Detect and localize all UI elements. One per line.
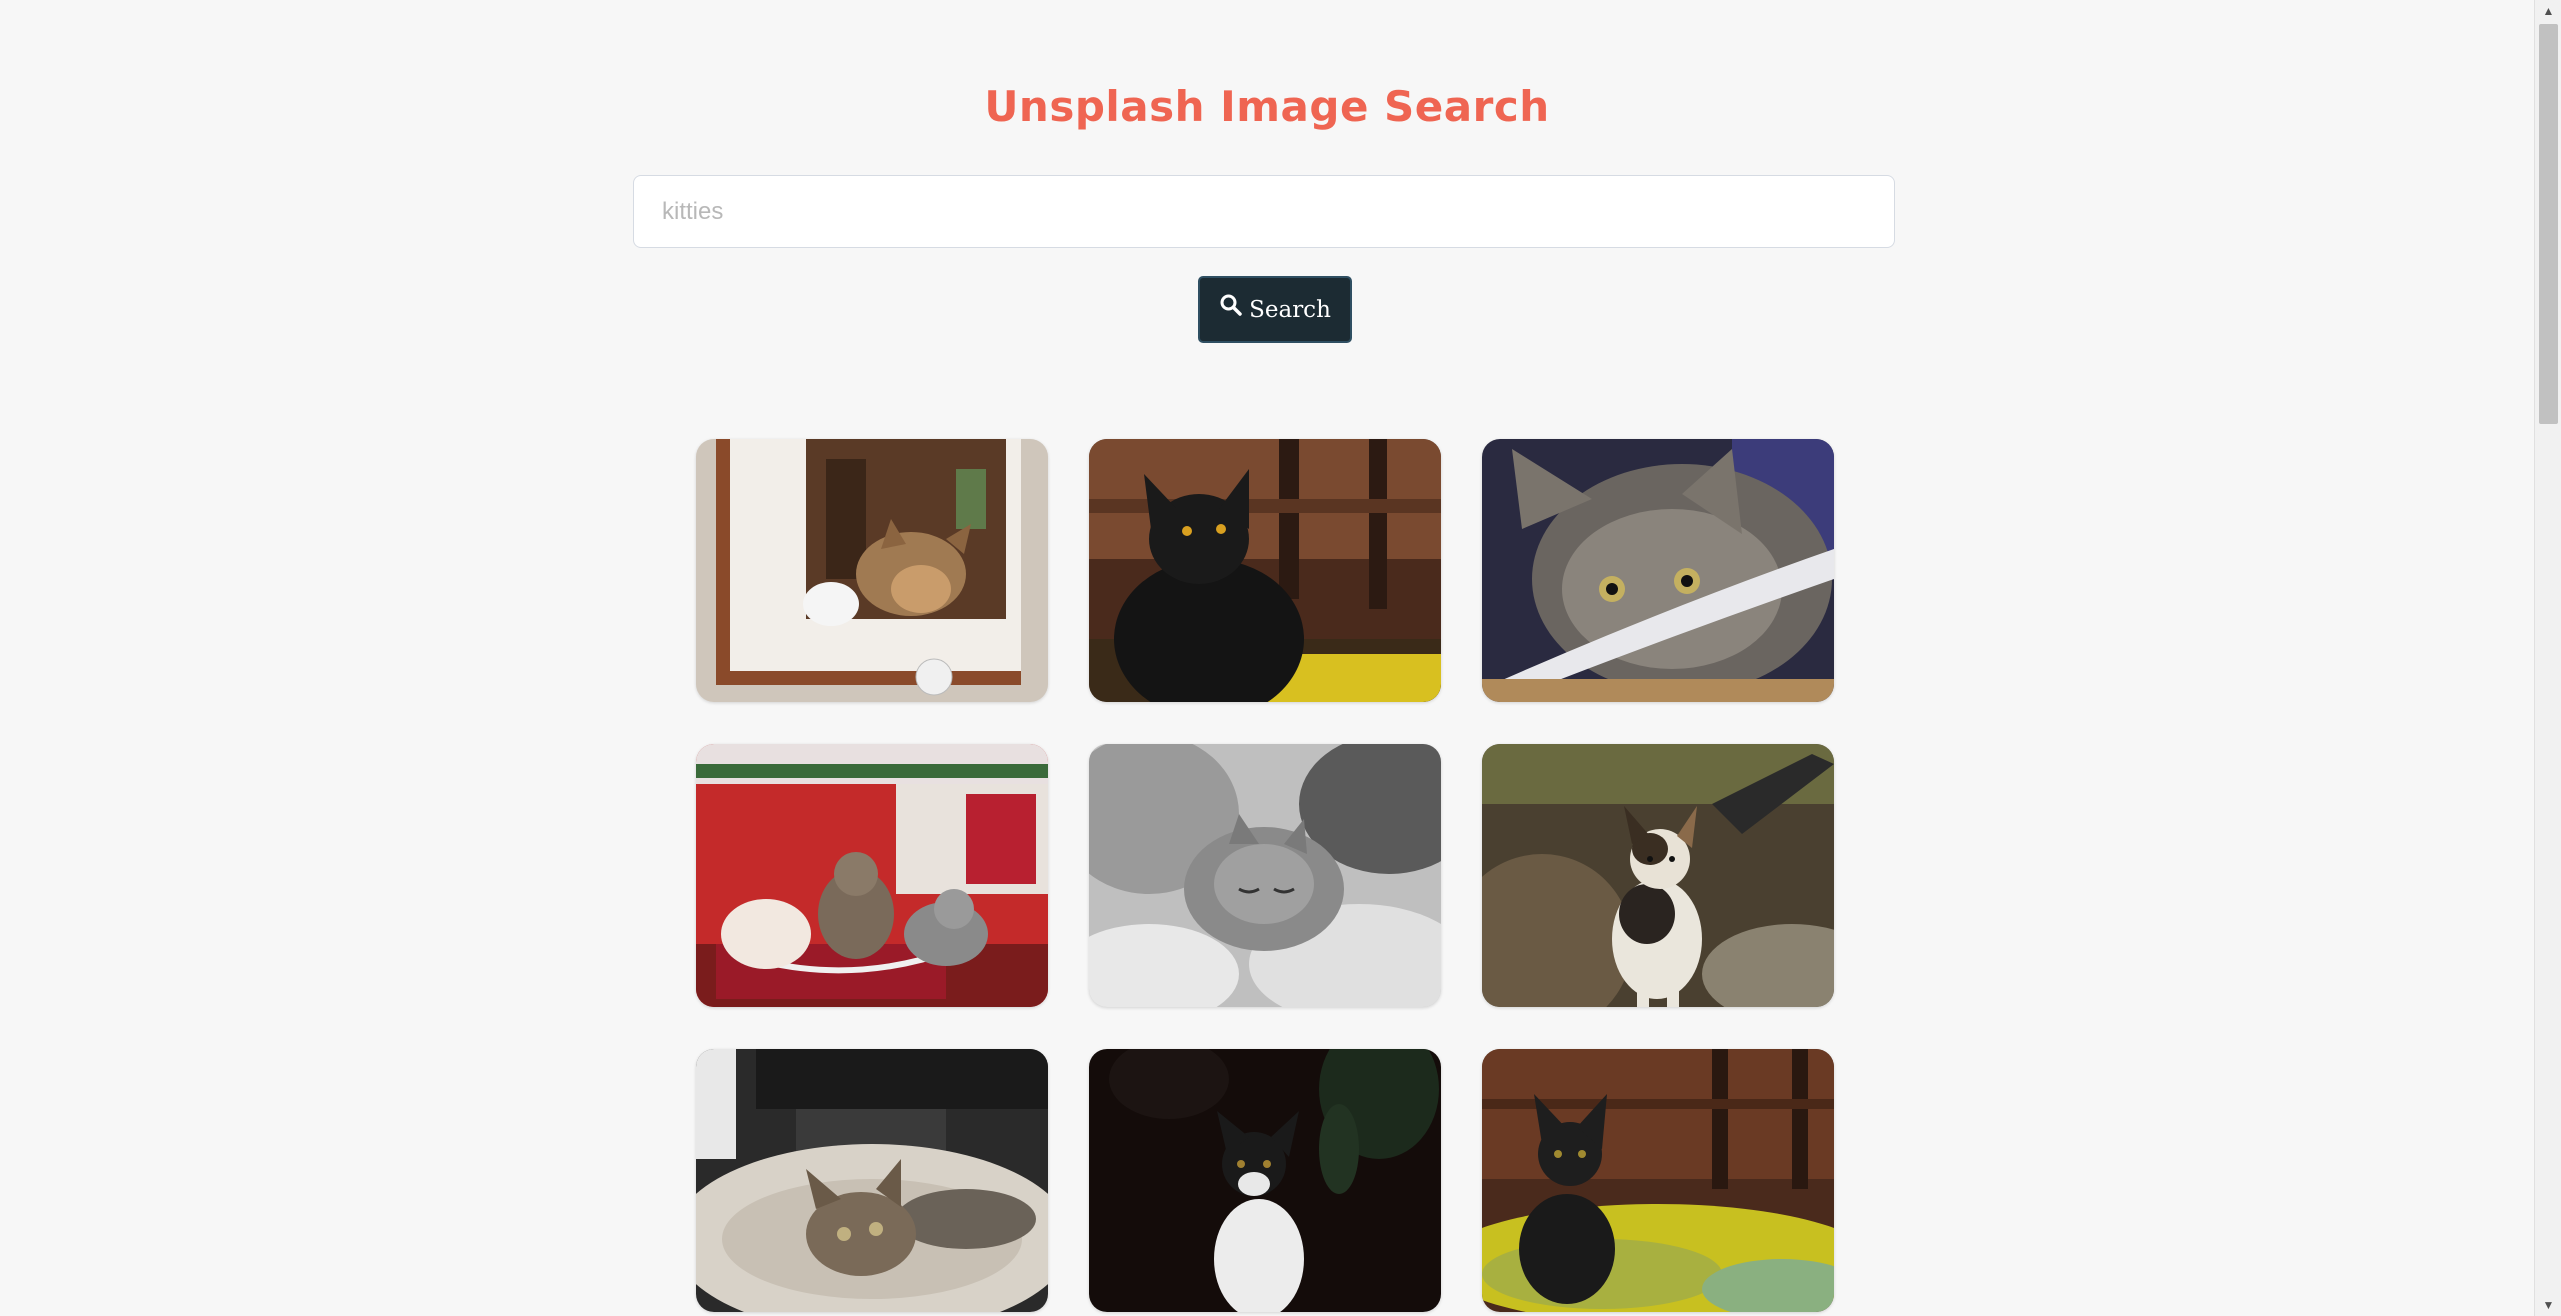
page-title: Unsplash Image Search bbox=[984, 82, 1550, 131]
result-image[interactable] bbox=[1482, 744, 1834, 1007]
result-image[interactable] bbox=[1482, 439, 1834, 702]
page: Unsplash Image Search Search bbox=[0, 0, 2561, 1316]
search-button-label: Search bbox=[1249, 296, 1331, 323]
triangle-down-icon[interactable]: ▼ bbox=[2535, 1294, 2561, 1316]
vertical-scrollbar[interactable]: ▲ ▼ bbox=[2534, 0, 2561, 1316]
main-content: Unsplash Image Search Search bbox=[0, 0, 2534, 1316]
search-button[interactable]: Search bbox=[1198, 276, 1352, 343]
result-image[interactable] bbox=[1089, 744, 1441, 1007]
result-image[interactable] bbox=[696, 1049, 1048, 1312]
triangle-up-icon[interactable]: ▲ bbox=[2535, 0, 2561, 22]
scrollbar-thumb[interactable] bbox=[2539, 24, 2558, 424]
image-results-grid bbox=[696, 439, 1834, 1312]
result-image[interactable] bbox=[1089, 439, 1441, 702]
result-image[interactable] bbox=[696, 439, 1048, 702]
result-image[interactable] bbox=[696, 744, 1048, 1007]
result-image[interactable] bbox=[1482, 1049, 1834, 1312]
result-image[interactable] bbox=[1089, 1049, 1441, 1312]
search-input[interactable] bbox=[633, 175, 1895, 248]
search-icon bbox=[1219, 294, 1243, 323]
